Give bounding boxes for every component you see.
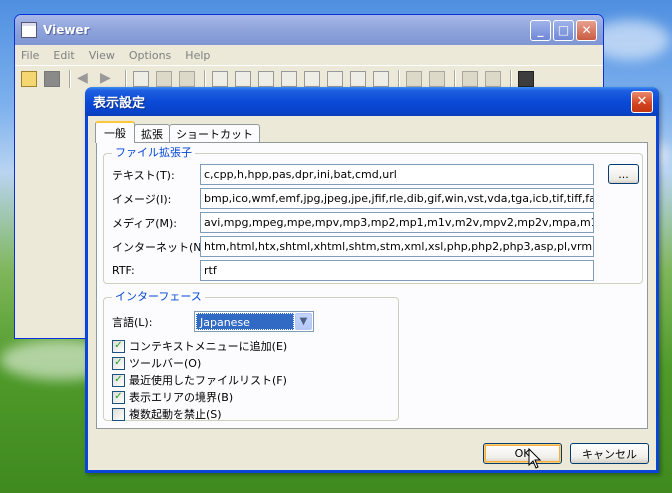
rtf-ext-label: RTF:	[112, 264, 135, 277]
find-next-icon[interactable]	[179, 70, 195, 87]
stop-icon[interactable]	[44, 70, 60, 87]
checkmark-icon: ✓	[112, 390, 125, 404]
page-icon[interactable]	[373, 70, 389, 87]
menu-help[interactable]: Help	[185, 49, 210, 62]
windows-icon[interactable]	[485, 70, 501, 87]
maximize-button[interactable]: □	[553, 19, 574, 41]
checkbox-context-menu-label: コンテキストメニューに追加(E)	[129, 340, 288, 353]
minimize-button[interactable]: _	[530, 19, 551, 41]
menu-options[interactable]: Options	[129, 49, 171, 62]
back-arrow-icon[interactable]: ◀	[77, 71, 93, 87]
close-icon: ✕	[636, 94, 648, 109]
copy-icon[interactable]	[133, 70, 149, 87]
page-icon[interactable]	[235, 70, 251, 87]
page-icon[interactable]	[281, 70, 297, 87]
checkbox-recent-files[interactable]: ✓ 最近使用したファイルリスト(F)	[112, 372, 287, 388]
tab-strip: 一般 拡張 ショートカット	[95, 121, 260, 143]
toolbar-separator	[125, 69, 127, 88]
file-extension-group: ファイル拡張子 テキスト(T): c,cpp,h,hpp,pas,dpr,ini…	[103, 146, 643, 284]
internet-ext-label: インターネット(N):	[112, 240, 210, 254]
page-icon[interactable]	[327, 70, 343, 87]
page-icon[interactable]	[350, 70, 366, 87]
open-folder-icon[interactable]	[21, 70, 37, 87]
fullscreen-icon[interactable]	[429, 70, 445, 87]
binoculars-icon[interactable]	[156, 70, 172, 87]
tab-extensions[interactable]: 拡張	[134, 124, 170, 143]
dialog-close-button[interactable]: ✕	[631, 90, 653, 113]
checkbox-toolbar-label: ツールバー(O)	[129, 357, 202, 370]
checkbox-recent-files-label: 最近使用したファイルリスト(F)	[129, 374, 287, 387]
menu-file[interactable]: File	[21, 49, 39, 62]
page-icon[interactable]	[212, 70, 228, 87]
language-row: 言語(L): Japanese ▼	[112, 311, 314, 332]
media-ext-row: メディア(M): avi,mpg,mpeg,mpe,mpv,mp3,mp2,mp…	[112, 212, 594, 233]
checkbox-toolbar[interactable]: ✓ ツールバー(O)	[112, 355, 201, 371]
page-icon[interactable]	[304, 70, 320, 87]
checkbox-display-border[interactable]: ✓ 表示エリアの境界(B)	[112, 389, 233, 405]
image-ext-field[interactable]: bmp,ico,wmf,emf,jpg,jpeg,jpe,jfif,rle,di…	[200, 188, 594, 209]
menu-view[interactable]: View	[89, 49, 115, 62]
language-label: 言語(L):	[112, 315, 153, 329]
tab-shortcuts[interactable]: ショートカット	[169, 124, 260, 143]
internet-ext-field[interactable]: htm,html,htx,shtml,xhtml,shtm,stm,xml,xs…	[200, 236, 594, 257]
minimize-icon: _	[537, 23, 544, 37]
text-ext-field[interactable]: c,cpp,h,hpp,pas,dpr,ini,bat,cmd,url	[200, 164, 594, 185]
interface-group: インターフェース 言語(L): Japanese ▼ ✓ コンテキストメニューに…	[103, 290, 399, 422]
checkmark-icon: ✓	[112, 339, 125, 353]
text-ext-row: テキスト(T): c,cpp,h,hpp,pas,dpr,ini,bat,cmd…	[112, 164, 594, 185]
toolbar-separator	[398, 69, 400, 88]
media-ext-field[interactable]: avi,mpg,mpeg,mpe,mpv,mp3,mp2,mp1,m1v,m2v…	[200, 212, 594, 233]
checkbox-context-menu[interactable]: ✓ コンテキストメニューに追加(E)	[112, 338, 287, 354]
toolbar-separator	[454, 69, 456, 88]
toolbar-separator	[204, 69, 206, 88]
unchecked-box-icon	[112, 407, 125, 421]
viewer-menubar: File Edit View Options Help	[15, 45, 603, 65]
tab-general-label: 一般	[104, 127, 126, 140]
cancel-button[interactable]: キャンセル	[570, 443, 649, 464]
dialog-title: 表示設定	[93, 96, 146, 111]
checkbox-single-instance-label: 複数起動を禁止(S)	[129, 408, 222, 421]
checkbox-single-instance[interactable]: 複数起動を禁止(S)	[112, 406, 222, 422]
internet-ext-row: インターネット(N): htm,html,htx,shtml,xhtml,sht…	[112, 236, 594, 257]
image-ext-label: イメージ(I):	[112, 192, 172, 206]
dialog-titlebar[interactable]: 表示設定 ✕	[85, 87, 659, 116]
tab-shortcuts-label: ショートカット	[176, 128, 253, 141]
media-ext-label: メディア(M):	[112, 216, 178, 230]
maximize-icon: □	[557, 23, 570, 37]
menu-edit[interactable]: Edit	[53, 49, 74, 62]
interface-legend: インターフェース	[112, 290, 205, 304]
settings-checkbox-icon[interactable]	[462, 70, 478, 87]
checkbox-display-border-label: 表示エリアの境界(B)	[129, 391, 234, 404]
toolbar-separator	[69, 69, 71, 88]
viewer-title: Viewer	[43, 23, 90, 37]
language-select[interactable]: Japanese ▼	[194, 311, 314, 332]
forward-arrow-icon[interactable]: ▶	[100, 71, 116, 87]
checkmark-icon: ✓	[112, 373, 125, 387]
device-icon[interactable]	[518, 70, 534, 87]
page-icon[interactable]	[258, 70, 274, 87]
viewer-app-icon	[21, 22, 37, 38]
checkmark-icon: ✓	[112, 356, 125, 370]
rtf-ext-field[interactable]: rtf	[200, 260, 594, 281]
viewer-close-button[interactable]: ✕	[576, 19, 597, 41]
text-ext-label: テキスト(T):	[112, 168, 175, 182]
browse-button[interactable]: ...	[608, 164, 639, 184]
toolbar-separator	[510, 69, 512, 88]
fit-icon[interactable]	[406, 70, 422, 87]
close-icon: ✕	[581, 23, 592, 37]
viewer-titlebar[interactable]: Viewer _ □ ✕	[15, 15, 603, 45]
rtf-ext-row: RTF: rtf	[112, 260, 594, 281]
language-selected-value: Japanese	[196, 313, 294, 330]
cursor-arrow-icon	[528, 448, 542, 469]
image-ext-row: イメージ(I): bmp,ico,wmf,emf,jpg,jpeg,jpe,jf…	[112, 188, 594, 209]
file-extension-legend: ファイル拡張子	[112, 146, 195, 160]
tab-general[interactable]: 一般	[95, 121, 135, 143]
display-settings-dialog: 表示設定 ✕ 一般 拡張 ショートカット ファイル拡張子 テキスト(T): c,…	[85, 87, 659, 473]
ok-button[interactable]: OK	[483, 443, 562, 464]
chevron-down-icon[interactable]: ▼	[295, 313, 312, 330]
general-tab-panel: ファイル拡張子 テキスト(T): c,cpp,h,hpp,pas,dpr,ini…	[96, 142, 648, 429]
tab-extensions-label: 拡張	[141, 128, 163, 141]
